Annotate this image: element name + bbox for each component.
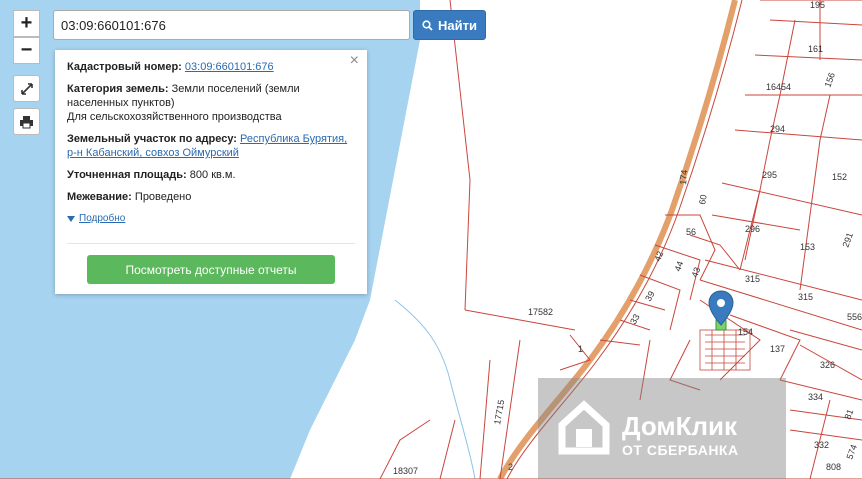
area-value: 800 кв.м. (189, 169, 236, 181)
parcel-label: 16454 (766, 82, 791, 92)
fullscreen-icon (20, 82, 33, 95)
parcel-label: 154 (738, 327, 753, 337)
parcel-label: 137 (770, 344, 785, 354)
parcel-label: 295 (762, 170, 777, 180)
parcel-label: 60 (697, 194, 709, 206)
area-label: Уточненная площадь: (67, 169, 187, 181)
parcel-label: 296 (745, 224, 760, 234)
parcel-label: 808 (826, 462, 841, 472)
details-row: Подробно (67, 212, 355, 226)
print-icon (20, 115, 33, 128)
print-button[interactable] (13, 108, 40, 135)
parcel-label: 18307 (393, 466, 418, 476)
details-link-label: Подробно (79, 213, 126, 224)
close-icon[interactable]: × (350, 53, 359, 69)
watermark-subtitle: ОТ СБЕРБАНКА (622, 442, 739, 458)
parcel-label: 326 (820, 360, 835, 370)
parcel-info-panel: × Кадастровый номер: 03:09:660101:676 Ка… (55, 50, 367, 294)
parcel-label: 556 (847, 312, 862, 322)
survey-label: Межевание: (67, 191, 132, 203)
parcel-label: 2 (508, 462, 513, 472)
watermark-brand: ДомКлик (622, 411, 737, 441)
parcel-label: 1 (578, 344, 583, 354)
cadastral-label: Кадастровый номер: (67, 61, 182, 73)
search-input[interactable] (53, 10, 410, 40)
details-link[interactable]: Подробно (67, 212, 125, 226)
survey-row: Межевание: Проведено (67, 190, 355, 204)
parcel-label: 56 (686, 227, 696, 237)
parcel-label: 315 (798, 292, 813, 302)
zoom-out-button[interactable]: − (13, 37, 40, 64)
area-row: Уточненная площадь: 800 кв.м. (67, 168, 355, 182)
category-row: Категория земель: Земли поселений (земли… (67, 82, 355, 124)
cadastral-link[interactable]: 03:09:660101:676 (185, 61, 274, 73)
house-logo-icon (558, 400, 610, 455)
caret-down-icon (67, 216, 75, 222)
parcel-label: 153 (800, 242, 815, 252)
cadastral-row: Кадастровый номер: 03:09:660101:676 (67, 60, 355, 74)
parcel-label: 195 (810, 0, 825, 10)
search-icon (422, 19, 433, 31)
parcel-label: 294 (770, 124, 785, 134)
search-button[interactable]: Найти (413, 10, 486, 40)
parcel-label: 315 (745, 274, 760, 284)
survey-value: Проведено (134, 191, 192, 203)
parcel-label: 332 (814, 440, 829, 450)
parcel-label: 152 (832, 172, 847, 182)
zoom-in-button[interactable]: + (13, 10, 40, 37)
parcel-label: 174 (678, 169, 689, 185)
divider (67, 243, 355, 244)
category-sub: Для сельскохозяйственного производства (67, 111, 282, 123)
category-label: Категория земель: (67, 83, 169, 95)
fullscreen-button[interactable] (13, 75, 40, 102)
search-button-label: Найти (438, 17, 477, 33)
view-reports-button[interactable]: Посмотреть доступные отчеты (87, 255, 335, 284)
address-row: Земельный участок по адресу: Республика … (67, 132, 355, 160)
parcel-label: 17582 (528, 307, 553, 317)
parcel-label: 334 (808, 392, 823, 402)
address-label: Земельный участок по адресу: (67, 133, 237, 145)
parcel-label: 161 (808, 44, 823, 54)
